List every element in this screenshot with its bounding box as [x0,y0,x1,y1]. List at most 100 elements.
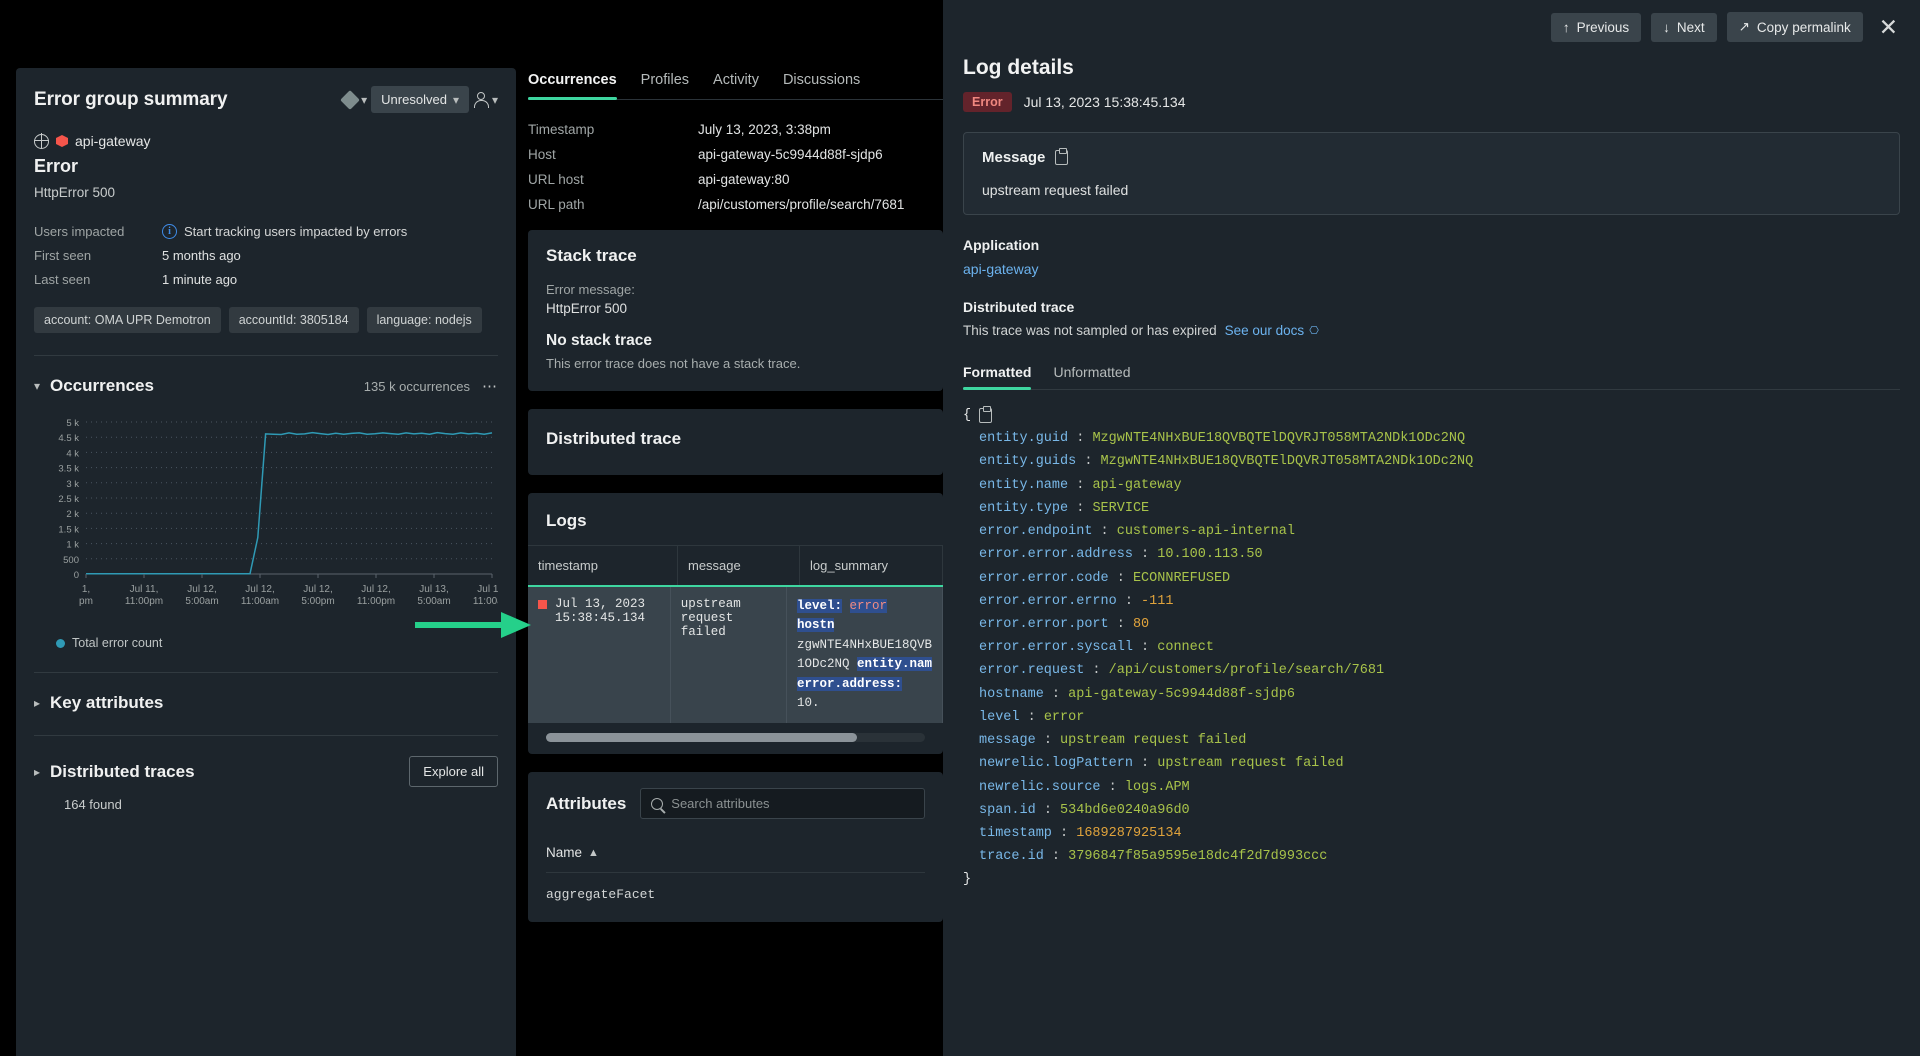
chevron-down-icon[interactable]: ▾ [492,94,498,106]
log-timestamp: Jul 13, 2023 15:38:45.134 [1024,94,1186,110]
status-dropdown-label: Unresolved [381,92,447,107]
svg-text:Jul 12,: Jul 12, [303,584,332,595]
json-value: MzgwNTE4NHxBUE18QVBQTElDQVRJT058MTA2NDk1… [1092,431,1465,446]
occurrences-section-header[interactable]: ▾ Occurrences 135 k occurrences ⋯ [34,376,498,396]
json-colon: : [1068,431,1092,446]
svg-text:11:00pm: 11:00pm [357,596,395,607]
json-viewer: { entity.guid : MzgwNTE4NHxBUE18QVBQTElD… [963,404,1920,892]
scrollbar-thumb[interactable] [546,733,857,742]
json-key: error.error.port [979,617,1109,632]
status-dropdown-button[interactable]: Unresolved ▾ [371,86,469,113]
status-badge: Error [963,92,1012,112]
search-input[interactable] [671,796,914,811]
diamond-icon[interactable] [340,90,360,110]
app-root: Error group summary ▾ Unresolved ▾ ▾ api… [0,0,1920,1056]
occurrence-tabs: Occurrences Profiles Activity Discussion… [528,72,943,100]
detail-label: Timestamp [528,122,698,137]
summary-token: error.address: [797,677,902,691]
info-icon[interactable]: i [162,224,177,239]
occurrences-count: 135 k occurrences [364,379,470,394]
log-level-row: Error Jul 13, 2023 15:38:45.134 [943,80,1920,112]
table-row[interactable]: Jul 13, 2023 15:38:45.134 upstream reque… [528,587,943,723]
json-colon: : [1133,756,1157,771]
stack-trace-title: Stack trace [546,246,925,266]
key-attributes-title: Key attributes [50,693,163,713]
previous-button[interactable]: ↑ Previous [1551,13,1641,42]
detail-value: api-gateway-5c9944d88f-sjdp6 [698,147,883,162]
entity-row: api-gateway [34,133,498,149]
tab-activity[interactable]: Activity [713,72,759,100]
json-value: logs.APM [1125,780,1190,795]
json-key: timestamp [979,826,1052,841]
close-icon[interactable]: ✕ [1873,16,1904,39]
explore-all-button[interactable]: Explore all [409,756,498,787]
column-header-message[interactable]: message [678,546,800,585]
svg-text:Jul 12,: Jul 12, [361,584,390,595]
tab-discussions[interactable]: Discussions [783,72,860,100]
copy-clipboard-icon[interactable] [1055,150,1068,165]
chevron-right-icon[interactable]: ▸ [34,696,50,710]
field-label: First seen [34,248,162,263]
overflow-menu-icon[interactable]: ⋯ [482,377,498,395]
json-key: trace.id [979,849,1044,864]
key-attributes-section-header[interactable]: ▸ Key attributes [34,693,498,713]
see-our-docs-link[interactable]: See our docs ⎔ [1225,323,1319,338]
json-colon: : [1036,733,1060,748]
next-button[interactable]: ↓ Next [1651,13,1717,42]
occurrence-details-list: Timestamp July 13, 2023, 3:38pm Host api… [528,122,943,212]
copy-permalink-button[interactable]: ↗ Copy permalink [1727,12,1863,42]
logs-table: timestamp message log_summary Jul 13, 20… [528,545,943,723]
json-entry: level : error [963,706,1920,729]
assignee-icon[interactable] [473,92,488,107]
detail-value: /api/customers/profile/search/7681 [698,197,904,212]
json-open-brace-row: { [963,404,1920,427]
application-link[interactable]: api-gateway [963,261,1920,277]
search-icon [651,798,663,810]
column-header-log-summary[interactable]: log_summary [800,546,943,585]
arrow-down-icon: ↓ [1663,20,1670,35]
column-header-timestamp[interactable]: timestamp [528,546,678,585]
sort-ascending-icon[interactable]: ▲ [588,847,599,859]
message-value: upstream request failed [982,182,1881,198]
json-entry: error.error.port : 80 [963,613,1920,636]
occurrences-chart-svg: 5 k4.5 k4 k3.5 k3 k2.5 k2 k1.5 k1 k50001… [34,414,498,626]
svg-text:3.5 k: 3.5 k [58,464,79,475]
tab-formatted[interactable]: Formatted [963,364,1031,390]
summary-token: 1ODc2NQ [797,657,850,671]
json-colon: : [1076,454,1100,469]
attributes-search[interactable] [640,788,925,819]
detail-url-path: URL path /api/customers/profile/search/7… [528,197,943,212]
chip-account[interactable]: account: OMA UPR Demotron [34,307,221,333]
tab-profiles[interactable]: Profiles [641,72,689,100]
chip-account-id[interactable]: accountId: 3805184 [229,307,359,333]
chevron-right-icon[interactable]: ▸ [34,765,50,779]
distributed-traces-section-header[interactable]: ▸ Distributed traces Explore all [34,756,498,787]
chevron-down-icon[interactable]: ▾ [34,379,50,393]
json-entry: entity.guid : MzgwNTE4NHxBUE18QVBQTElDQV… [963,427,1920,450]
json-entry: error.request : /api/customers/profile/s… [963,659,1920,682]
json-entry: hostname : api-gateway-5c9944d88f-sjdp6 [963,683,1920,706]
stack-trace-card: Stack trace Error message: HttpError 500… [528,230,943,391]
svg-text:2.5 k: 2.5 k [58,494,79,505]
occurrences-chart[interactable]: 5 k4.5 k4 k3.5 k3 k2.5 k2 k1.5 k1 k50001… [34,414,498,624]
json-value: 80 [1133,617,1149,632]
users-impacted-link[interactable]: Start tracking users impacted by errors [184,224,407,239]
distributed-traces-title: Distributed traces [50,762,195,782]
divider [34,735,498,736]
tab-occurrences[interactable]: Occurrences [528,72,617,100]
error-heading: Error [34,156,498,177]
json-value: -111 [1141,594,1173,609]
attribute-row[interactable]: aggregateFacet [546,873,925,902]
error-square-icon [538,600,547,609]
error-message-value: HttpError 500 [546,301,925,316]
chip-language[interactable]: language: nodejs [367,307,482,333]
detail-host: Host api-gateway-5c9944d88f-sjdp6 [528,147,943,162]
tab-unformatted[interactable]: Unformatted [1053,364,1130,390]
attributes-column-header[interactable]: Name ▲ [546,845,925,873]
json-entry-list: entity.guid : MzgwNTE4NHxBUE18QVBQTElDQV… [963,427,1920,868]
svg-text:3 k: 3 k [66,479,79,490]
logs-horizontal-scrollbar[interactable] [546,733,925,742]
chevron-down-icon[interactable]: ▾ [361,94,367,106]
copy-clipboard-icon[interactable] [979,408,992,423]
entity-name[interactable]: api-gateway [75,133,151,149]
